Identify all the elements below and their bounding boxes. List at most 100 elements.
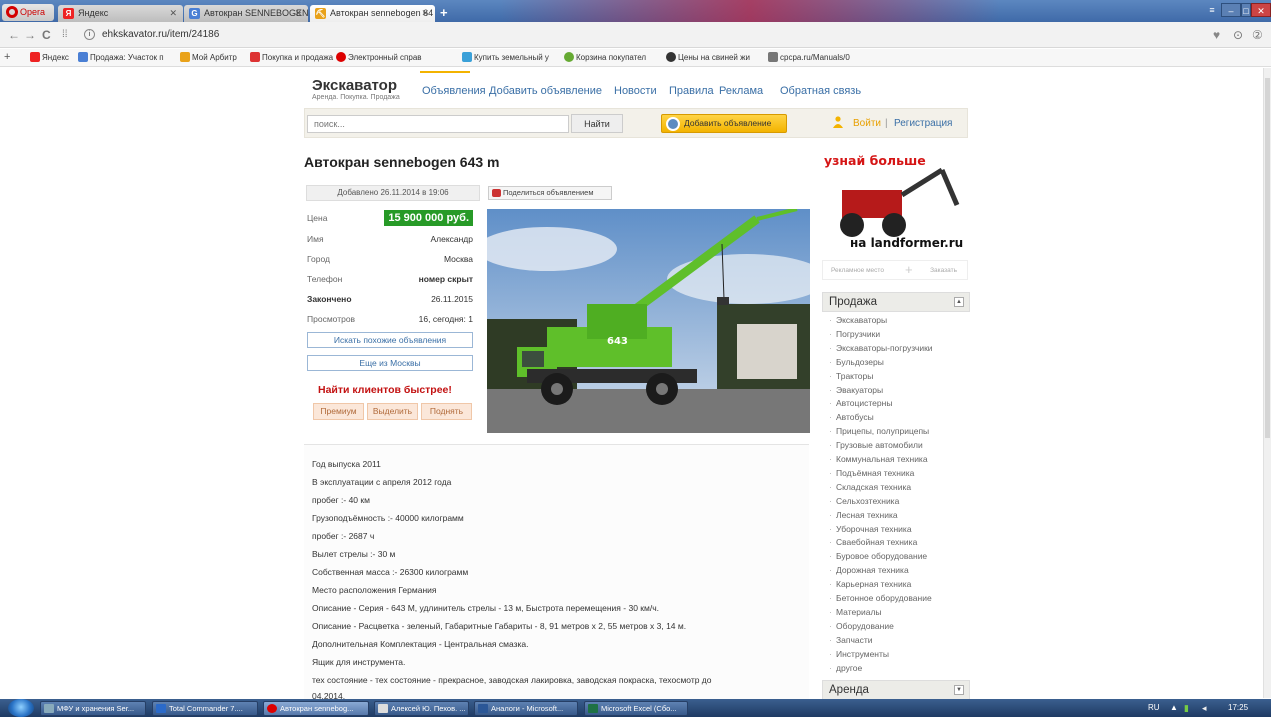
- category-link[interactable]: Автобусы: [829, 412, 874, 422]
- page-scrollbar[interactable]: [1263, 68, 1271, 698]
- category-link[interactable]: Экскаваторы-погрузчики: [829, 343, 933, 353]
- login-link[interactable]: Войти: [853, 118, 881, 129]
- taskbar-item[interactable]: Total Commander 7....: [152, 701, 258, 716]
- category-link[interactable]: Уборочная техника: [829, 524, 912, 534]
- category-link[interactable]: другое: [829, 663, 862, 673]
- forward-icon[interactable]: →: [24, 28, 36, 42]
- collapse-icon[interactable]: ▲: [954, 297, 964, 307]
- bookmark-item[interactable]: Цены на свиней жи: [666, 52, 750, 63]
- back-icon[interactable]: ←: [8, 28, 20, 42]
- opera-menu-button[interactable]: Opera: [2, 4, 54, 21]
- search-button[interactable]: Найти: [571, 114, 623, 133]
- tray-arrow-icon[interactable]: ▲: [1170, 703, 1178, 712]
- bookmark-item[interactable]: Электронный справ: [336, 52, 422, 63]
- bookmark-item[interactable]: Купить земельный у: [462, 52, 549, 63]
- order-ad-link[interactable]: Заказать: [930, 267, 957, 274]
- volume-icon[interactable]: ◂: [1202, 703, 1207, 714]
- start-button[interactable]: [8, 699, 34, 717]
- category-link[interactable]: Запчасти: [829, 635, 873, 645]
- clock[interactable]: 17:25: [1228, 703, 1248, 712]
- close-icon[interactable]: ✕: [169, 5, 177, 22]
- ad-slot[interactable]: Рекламное место + Заказать: [822, 260, 968, 280]
- highlight-button[interactable]: Выделить: [367, 403, 418, 420]
- minimize-button[interactable]: –: [1221, 3, 1241, 17]
- taskbar-item-active[interactable]: Автокран sennebog...: [263, 701, 369, 716]
- more-from-moscow-button[interactable]: Еще из Москвы: [307, 355, 473, 371]
- sale-category-header[interactable]: Продажа ▲: [822, 292, 970, 312]
- category-link[interactable]: Бетонное оборудование: [829, 593, 932, 603]
- premium-button[interactable]: Премиум: [313, 403, 364, 420]
- tab-yandex[interactable]: Я Яндекс ✕: [58, 5, 183, 22]
- category-link[interactable]: Складская техника: [829, 482, 911, 492]
- taskbar-item[interactable]: Алексей Ю. Пехов. ...: [374, 701, 469, 716]
- bookmark-item[interactable]: cpcpa.ru/Manuals/0: [768, 52, 850, 63]
- bookmark-item[interactable]: Мой Арбитр: [180, 52, 237, 63]
- menu-news[interactable]: Новости: [614, 85, 657, 97]
- bookmark-item[interactable]: Покупка и продажа: [250, 52, 333, 63]
- reload-icon[interactable]: C: [42, 28, 51, 42]
- rent-category-header[interactable]: Аренда ▼: [822, 680, 970, 700]
- category-link[interactable]: Прицепы, полуприцепы: [829, 426, 929, 436]
- bump-button[interactable]: Поднять: [421, 403, 472, 420]
- category-link[interactable]: Подъёмная техника: [829, 468, 914, 478]
- menu-advertising[interactable]: Реклама: [719, 85, 763, 97]
- category-link[interactable]: Коммунальная техника: [829, 454, 928, 464]
- category-link[interactable]: Инструменты: [829, 649, 889, 659]
- scrollbar-thumb[interactable]: [1265, 78, 1270, 438]
- category-link[interactable]: Сельхозтехника: [829, 496, 899, 506]
- download-icon[interactable]: ⊙: [1233, 28, 1243, 42]
- extension-icon[interactable]: ②: [1252, 28, 1263, 42]
- close-icon[interactable]: ✕: [294, 5, 302, 22]
- language-indicator[interactable]: RU: [1148, 703, 1160, 712]
- bookmark-item[interactable]: Яндекс: [30, 52, 69, 63]
- taskbar-item[interactable]: Аналоги - Microsoft...: [474, 701, 578, 716]
- menu-ads[interactable]: Объявления: [422, 85, 486, 97]
- bookmark-item[interactable]: Продажа: Участок п: [78, 52, 164, 63]
- category-link[interactable]: Карьерная техника: [829, 579, 911, 589]
- close-window-button[interactable]: ✕: [1251, 3, 1271, 17]
- category-link[interactable]: Материалы: [829, 607, 882, 617]
- taskbar-label: МФУ и хранения Ser...: [57, 704, 135, 713]
- site-info-icon[interactable]: i: [84, 29, 95, 40]
- add-ad-button[interactable]: Добавить объявление: [661, 114, 787, 133]
- menu-feedback[interactable]: Обратная связь: [780, 85, 861, 97]
- category-link[interactable]: Грузовые автомобили: [829, 440, 923, 450]
- taskbar-item[interactable]: Microsoft Excel (Сбо...: [584, 701, 688, 716]
- heart-icon[interactable]: ♥: [1213, 28, 1220, 42]
- tab-google[interactable]: G Автокран SENNEBOGEN ✕: [184, 5, 308, 22]
- category-link[interactable]: Эвакуаторы: [829, 385, 883, 395]
- taskbar-item[interactable]: МФУ и хранения Ser...: [40, 701, 146, 716]
- add-bookmark-icon[interactable]: +: [4, 51, 10, 63]
- tabs-menu-icon[interactable]: ≡: [1205, 3, 1219, 17]
- category-link[interactable]: Погрузчики: [829, 329, 880, 339]
- tab-active[interactable]: ⛏ Автокран sennebogen 64 ✕: [310, 5, 435, 22]
- network-icon[interactable]: ▮: [1184, 703, 1189, 714]
- category-link[interactable]: Лесная техника: [829, 510, 898, 520]
- register-link[interactable]: Регистрация: [894, 118, 952, 129]
- category-link[interactable]: Буровое оборудование: [829, 551, 927, 561]
- category-link[interactable]: Экскаваторы: [829, 315, 887, 325]
- site-logo[interactable]: Экскаватор Аренда. Покупка. Продажа: [312, 77, 400, 101]
- landformer-banner[interactable]: узнай больше на landformer.ru: [822, 150, 970, 252]
- listing-photo[interactable]: 643: [487, 209, 810, 433]
- url-field[interactable]: i ehkskavator.ru/item/24186: [82, 26, 1192, 44]
- category-link[interactable]: Автоцистерны: [829, 398, 892, 408]
- category-link[interactable]: Тракторы: [829, 371, 873, 381]
- category-link[interactable]: Сваебойная техника: [829, 537, 917, 547]
- menu-add-ad[interactable]: Добавить объявление: [489, 85, 602, 97]
- search-input[interactable]: [307, 115, 569, 133]
- category-link[interactable]: Оборудование: [829, 621, 894, 631]
- maximize-button[interactable]: □: [1241, 3, 1251, 17]
- share-button[interactable]: Поделиться объявлением: [488, 186, 612, 200]
- expand-icon[interactable]: ▼: [954, 685, 964, 695]
- field-label: Просмотров: [307, 314, 356, 324]
- category-link[interactable]: Дорожная техника: [829, 565, 909, 575]
- new-tab-button[interactable]: +: [440, 5, 448, 20]
- close-icon[interactable]: ✕: [421, 5, 429, 22]
- menu-rules[interactable]: Правила: [669, 85, 714, 97]
- bookmark-item[interactable]: Корзина покупател: [564, 52, 646, 63]
- category-link[interactable]: Бульдозеры: [829, 357, 884, 367]
- phone-value[interactable]: номер скрыт: [419, 274, 473, 284]
- similar-ads-button[interactable]: Искать похожие объявления: [307, 332, 473, 348]
- speed-dial-icon[interactable]: ⁞⁞: [62, 29, 68, 40]
